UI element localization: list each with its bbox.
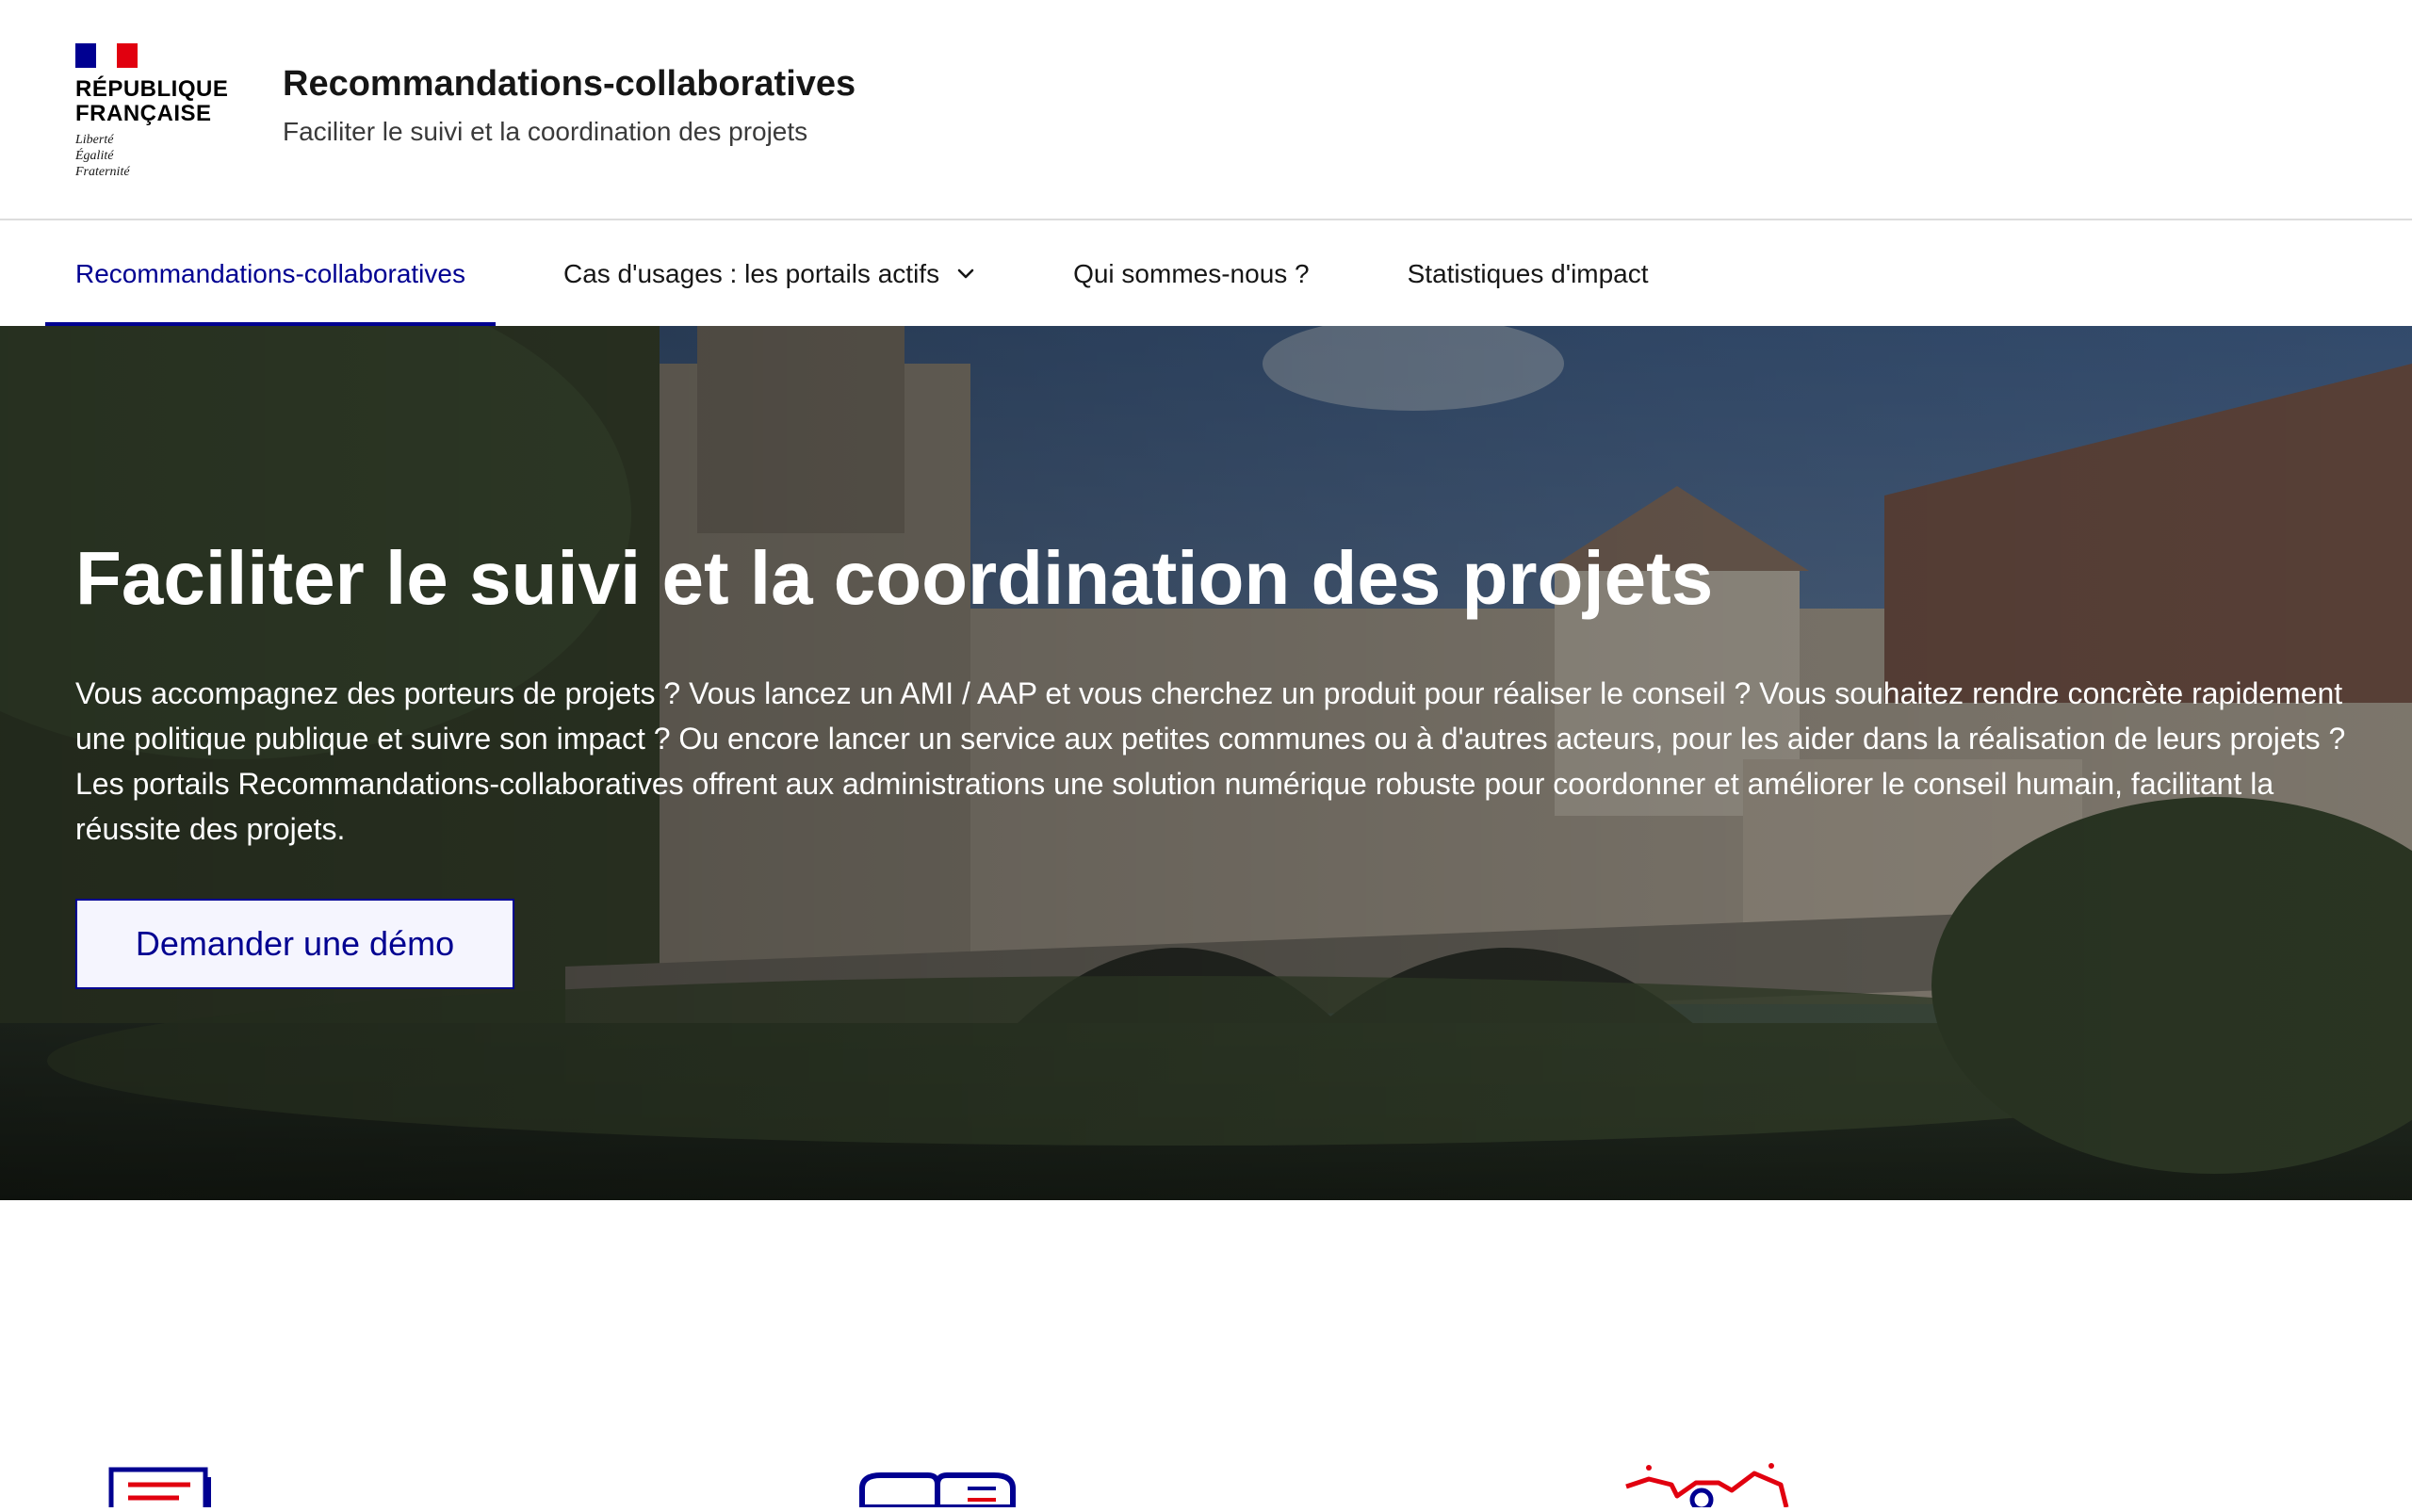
nav-item-use-cases[interactable]: Cas d'usages : les portails actifs xyxy=(533,222,1005,326)
nav-item-label: Statistiques d'impact xyxy=(1407,259,1649,288)
republique-francaise-logo[interactable]: RÉPUBLIQUE FRANÇAISE Liberté Égalité Fra… xyxy=(75,43,236,185)
hero-banner: Faciliter le suivi et la coordination de… xyxy=(0,326,2412,1200)
main-navigation: Recommandations-collaboratives Cas d'usa… xyxy=(0,222,2412,326)
motto-egalite: Égalité xyxy=(75,149,114,163)
french-flag-icon xyxy=(75,43,138,68)
hero-title: Faciliter le suivi et la coordination de… xyxy=(75,536,1714,620)
nav-item-home[interactable]: Recommandations-collaboratives xyxy=(45,222,496,326)
brand-name: RÉPUBLIQUE FRANÇAISE xyxy=(75,77,236,126)
site-header: RÉPUBLIQUE FRANÇAISE Liberté Égalité Fra… xyxy=(0,0,2412,220)
brand-line-1: RÉPUBLIQUE xyxy=(75,76,229,102)
nav-item-statistics[interactable]: Statistiques d'impact xyxy=(1377,222,1679,326)
nav-item-about[interactable]: Qui sommes-nous ? xyxy=(1043,222,1340,326)
service-title[interactable]: Recommandations-collaboratives xyxy=(283,64,856,105)
book-icon xyxy=(853,1441,1022,1512)
nav-item-label: Recommandations-collaboratives xyxy=(75,259,465,288)
motto-fraternite: Fraternité xyxy=(75,165,130,179)
service-tagline: Faciliter le suivi et la coordination de… xyxy=(283,117,808,146)
nav-item-label: Qui sommes-nous ? xyxy=(1073,259,1310,288)
motto: Liberté Égalité Fraternité xyxy=(75,132,236,180)
hero-description: Vous accompagnez des porteurs de projets… xyxy=(75,676,2346,846)
nav-item-label: Cas d'usages : les portails actifs xyxy=(562,259,940,288)
brand-line-2: FRANÇAISE xyxy=(75,101,212,126)
motto-liberte: Liberté xyxy=(75,133,114,147)
chevron-down-icon xyxy=(956,268,975,281)
request-demo-button[interactable]: Demander une démo xyxy=(75,899,514,989)
document-icon xyxy=(104,1441,217,1512)
map-icon xyxy=(1621,1441,1790,1512)
